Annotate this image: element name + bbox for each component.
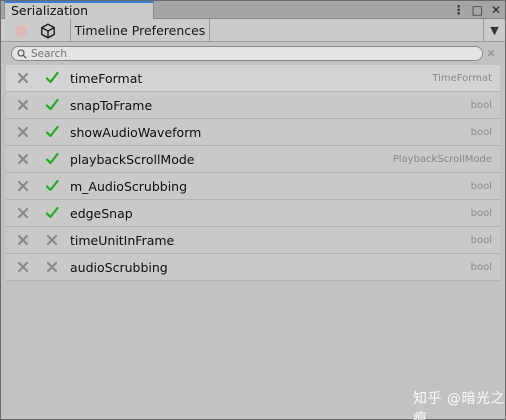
checkmark-icon <box>45 179 59 192</box>
field-name: timeFormat <box>70 71 143 86</box>
field-type: bool <box>470 262 492 273</box>
remove-icon[interactable] <box>17 207 29 219</box>
field-row[interactable]: edgeSnap bool <box>6 200 500 227</box>
field-name: timeUnitInFrame <box>70 233 175 248</box>
checkmark-icon <box>45 71 59 84</box>
remove-icon[interactable] <box>17 99 29 111</box>
field-type: bool <box>470 181 492 192</box>
search-field[interactable] <box>11 46 483 61</box>
window-controls: ⋮ □ ✕ <box>453 2 501 18</box>
field-type: bool <box>470 208 492 219</box>
remove-icon[interactable] <box>17 126 29 138</box>
field-row[interactable]: audioScrubbing bool <box>6 254 500 281</box>
field-row[interactable]: timeUnitInFrame bool <box>6 227 500 254</box>
toolbar: Timeline Preferences ▼ <box>1 19 505 42</box>
field-type: bool <box>470 100 492 111</box>
remove-icon[interactable] <box>17 261 29 273</box>
checkmark-icon <box>45 98 59 111</box>
search-icon <box>17 48 27 59</box>
remove-icon[interactable] <box>17 234 29 246</box>
field-row[interactable]: showAudioWaveform bool <box>6 119 500 146</box>
field-type: bool <box>470 127 492 138</box>
checkmark-icon <box>45 206 59 219</box>
field-name: showAudioWaveform <box>70 125 202 140</box>
field-row[interactable]: playbackScrollMode PlaybackScrollMode <box>6 146 500 173</box>
serialization-debugger-window: Serialization Debugger ⋮ □ ✕ Timeline Pr… <box>0 0 506 420</box>
checkmark-icon <box>45 152 59 165</box>
record-icon <box>15 24 27 37</box>
unity-logo-icon <box>41 22 55 39</box>
window-tab[interactable]: Serialization Debugger <box>4 1 154 33</box>
search-bar: ✕ <box>1 43 505 65</box>
field-row[interactable]: snapToFrame bool <box>6 92 500 119</box>
maximize-icon[interactable]: □ <box>472 2 483 18</box>
field-list: timeFormat TimeFormat snapToFrame bool showA… <box>6 65 500 281</box>
remove-icon[interactable] <box>17 180 29 192</box>
cross-icon <box>46 234 58 246</box>
field-type: TimeFormat <box>432 73 492 84</box>
field-row[interactable]: m_AudioScrubbing bool <box>6 173 500 200</box>
field-type: bool <box>470 235 492 246</box>
search-clear-icon[interactable]: ✕ <box>485 46 497 61</box>
watermark: 知乎 @暗光之痕 <box>413 391 505 420</box>
record-button[interactable] <box>12 22 30 39</box>
field-name: playbackScrollMode <box>70 152 195 167</box>
remove-icon[interactable] <box>17 153 29 165</box>
remove-icon[interactable] <box>17 72 29 84</box>
inspected-object-title: Timeline Preferences <box>70 19 210 42</box>
field-name: snapToFrame <box>70 98 153 113</box>
field-name: audioScrubbing <box>70 260 168 275</box>
unity-object-button[interactable] <box>39 22 57 39</box>
options-dropdown[interactable]: ▼ <box>483 19 505 42</box>
field-name: edgeSnap <box>70 206 133 221</box>
field-type: PlaybackScrollMode <box>392 154 492 165</box>
more-options-icon[interactable]: ⋮ <box>453 2 465 18</box>
field-row[interactable]: timeFormat TimeFormat <box>6 65 500 92</box>
cross-icon <box>46 261 58 273</box>
checkmark-icon <box>45 125 59 138</box>
triangle-down-icon: ▼ <box>490 24 499 37</box>
search-input[interactable] <box>31 47 471 60</box>
close-icon[interactable]: ✕ <box>491 2 501 18</box>
field-name: m_AudioScrubbing <box>70 179 188 194</box>
window-tab-bar: Serialization Debugger ⋮ □ ✕ <box>1 1 505 33</box>
